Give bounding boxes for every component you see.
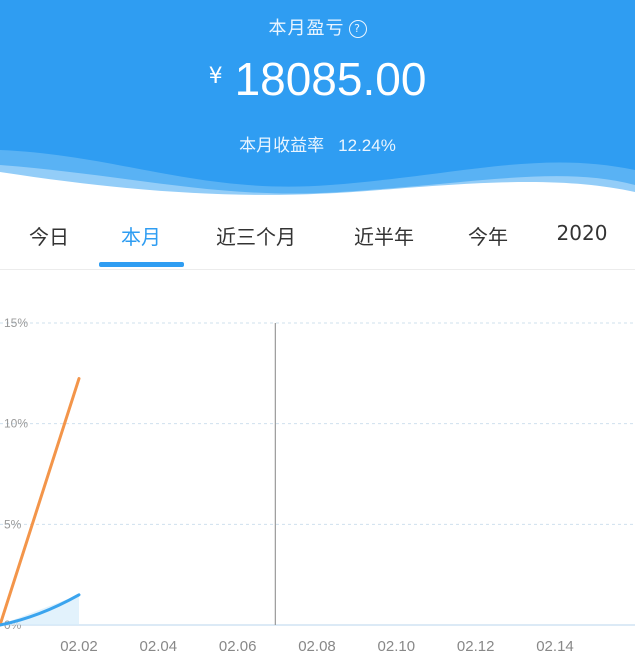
profit-amount: ¥18085.00	[0, 52, 635, 106]
help-icon[interactable]: ?	[348, 20, 367, 38]
tab-today[interactable]: 今日	[29, 221, 69, 250]
y-tick-label: 5%	[4, 517, 22, 531]
x-tick-label: 02.10	[378, 638, 416, 655]
active-tab-indicator	[99, 262, 184, 267]
profit-amount-value: 18085.00	[234, 53, 427, 105]
currency-symbol: ¥	[208, 64, 223, 89]
return-rate-value: 12.24%	[338, 136, 396, 155]
tab-half-year[interactable]: 近半年	[354, 221, 414, 250]
return-rate-label: 本月收益率	[239, 136, 325, 156]
y-tick-label: 15%	[4, 316, 28, 330]
profit-header: 本月盈亏? ¥18085.00 本月收益率 12.24%	[0, 0, 635, 205]
x-tick-label: 02.06	[219, 638, 257, 655]
return-rate-row: 本月收益率 12.24%	[0, 131, 635, 156]
return-chart-svg: 15%10%5%0%02.0202.0402.0602.0802.1002.12…	[0, 316, 635, 655]
x-tick-label: 02.02	[60, 638, 98, 655]
series-line	[0, 377, 81, 627]
x-tick-label: 02.14	[536, 638, 574, 655]
month-profit-label: 本月盈亏	[268, 18, 345, 39]
tab-this-month[interactable]: 本月	[121, 221, 161, 250]
x-tick-label: 02.04	[140, 638, 178, 655]
tab-three-months[interactable]: 近三个月	[216, 221, 296, 250]
x-tick-label: 02.08	[298, 638, 336, 655]
month-profit-title: 本月盈亏?	[0, 14, 635, 40]
return-chart[interactable]: 15%10%5%0%02.0202.0402.0602.0802.1002.12…	[0, 300, 635, 659]
period-tabs: 今日 本月 近三个月 近半年 今年 2020	[0, 205, 635, 270]
tab-2020[interactable]: 2020	[557, 221, 608, 245]
tab-this-year[interactable]: 今年	[468, 221, 508, 250]
x-tick-label: 02.12	[457, 638, 495, 655]
y-tick-label: 10%	[4, 417, 28, 431]
